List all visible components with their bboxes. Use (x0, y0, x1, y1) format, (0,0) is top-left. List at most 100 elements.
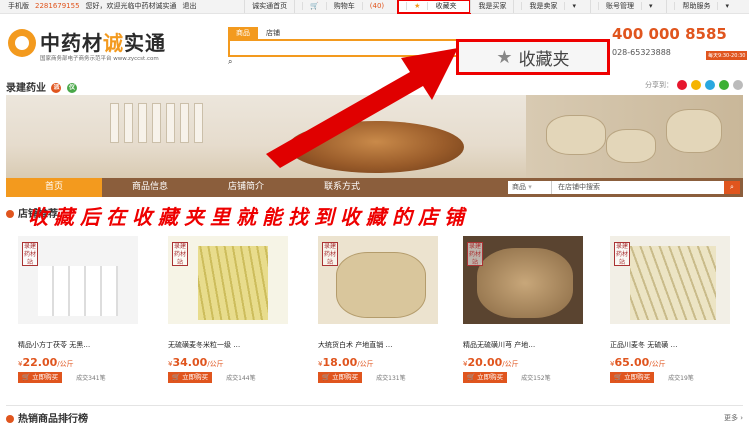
shop-bar: 录建药业 派 仪 分享到： (0, 78, 749, 94)
logout-link[interactable]: 退出 (183, 0, 197, 13)
weibo-icon[interactable] (677, 80, 687, 90)
sold-count: 成交341笔 (76, 375, 106, 382)
product-name[interactable]: 无硫磺麦冬米粒一级 … (168, 340, 288, 350)
account-menu[interactable]: 账号管理 ▾ (589, 0, 667, 13)
chevron-down-icon: ▾ (564, 2, 583, 10)
cart-icon: 🛒 (172, 373, 181, 381)
home-link[interactable]: 诚实通首页 (244, 0, 294, 13)
calligraphy-scroll (138, 103, 147, 143)
product-name[interactable]: 正品川麦冬 无硫磺 … (610, 340, 730, 350)
product-price: ¥34.00/公斤 (168, 356, 224, 369)
share-label: 分享到： (645, 81, 673, 89)
wechat-icon[interactable] (719, 80, 729, 90)
section-bullet-icon (6, 415, 14, 423)
calligraphy-scroll (110, 103, 119, 143)
section-bullet-icon (6, 210, 14, 218)
cart-label: 购物车 (325, 2, 362, 10)
product-image-ophiopogon[interactable]: 录建药材站 (168, 236, 288, 324)
nav-shop-intro[interactable]: 店铺简介 (198, 178, 294, 197)
seller-label: 我是卖家 (521, 2, 565, 10)
product-image-ligusticum[interactable]: 录建药材站 (463, 236, 583, 324)
calligraphy-scroll (194, 103, 203, 143)
herb-bowl-image (288, 121, 464, 173)
qzone-icon[interactable] (691, 80, 701, 90)
buyer-link[interactable]: 我是买家 (470, 0, 513, 13)
more-share-icon[interactable] (733, 80, 743, 90)
shop-watermark: 录建药材站 (467, 242, 483, 266)
search-icon: ⌕ (228, 57, 233, 66)
shop-badge-1: 派 (51, 83, 62, 93)
product-image-atractylodes[interactable]: 录建药材站 (318, 236, 438, 324)
buy-now-button[interactable]: 🛒 立即购买 (18, 372, 63, 383)
top-bar: 手机版 2281679155 您好，欢迎光临中药材诚实通 退出 诚实通首页 🛒 购… (0, 0, 749, 14)
help-menu[interactable]: 帮助服务 ▾ (666, 0, 743, 13)
welcome-text: 您好，欢迎光临中药材诚实通 (85, 2, 177, 10)
favorites-link[interactable]: ★ 收藏夹 (397, 0, 472, 14)
service-hours: 每天9:30-20:30 (706, 51, 748, 60)
buy-now-button[interactable]: 🛒 立即购买 (610, 372, 655, 383)
buy-now-button[interactable]: 🛒 立即购买 (318, 372, 363, 383)
nav-contact[interactable]: 联系方式 (294, 178, 390, 197)
more-link[interactable]: 更多 › (724, 413, 743, 423)
calligraphy-scroll (166, 103, 175, 143)
product-card[interactable]: 录建药材站 正品川麦冬 无硫磺 … ¥65.00/公斤 🛒 立即购买 成交19笔 (610, 236, 730, 383)
chevron-down-icon: ▾ (528, 183, 532, 191)
buy-now-button[interactable]: 🛒 立即购买 (168, 372, 213, 383)
section-divider (6, 405, 743, 406)
seller-menu[interactable]: 我是卖家 ▾ (513, 0, 590, 13)
shop-nav-items: 首页 商品信息 店铺简介 联系方式 (6, 178, 390, 197)
site-header: 中药材诚实通 国家商务部电子商务示范平台 www.zyccst.com 商品 店… (0, 15, 749, 77)
product-card[interactable]: 录建药材站 精品小方丁茯苓 无黑… ¥22.00/公斤 🛒 立即购买 成交341笔 (18, 236, 138, 383)
favorites-label: 收藏夹 (427, 2, 464, 10)
sold-count: 成交131笔 (376, 375, 406, 382)
buy-now-button[interactable]: 🛒 立即购买 (463, 372, 508, 383)
qq-icon[interactable] (705, 80, 715, 90)
chevron-down-icon: ▾ (640, 2, 660, 10)
logo-name: 中药材诚实通 (40, 31, 166, 55)
cart-icon: 🛒 (322, 373, 331, 381)
product-name[interactable]: 精品无硫磺川芎 产地… (463, 340, 583, 350)
user-phone: 2281679155 (35, 2, 80, 10)
product-card[interactable]: 录建药材站 大统货白术 产地直销 … ¥18.00/公斤 🛒 立即购买 成交131… (318, 236, 438, 383)
top-bar-links: 诚实通首页 🛒 购物车 (40) ★ 收藏夹 我是买家 我是卖家 ▾ 账号管理 ▾ 帮助服… (244, 0, 743, 14)
logo-subtitle: 国家商务部电子商务示范平台 www.zyccst.com (40, 56, 159, 62)
search-tabs: 商品 店铺 (228, 27, 528, 39)
hot-ranking-title: 热销商品排行榜 (6, 410, 88, 425)
product-card[interactable]: 录建药材站 精品无硫磺川芎 产地… ¥20.00/公斤 🛒 立即购买 成交152笔 (463, 236, 583, 383)
cart-count: (40) (361, 2, 392, 10)
cart-link[interactable]: 🛒 购物车 (40) (294, 0, 398, 13)
shop-banner (6, 95, 743, 178)
product-name[interactable]: 大统货白术 产地直销 … (318, 340, 438, 350)
help-label: 帮助服务 (674, 2, 718, 10)
mobile-version-link[interactable]: 手机版 (8, 0, 29, 13)
product-price: ¥20.00/公斤 (463, 356, 519, 369)
calligraphy-scroll (152, 103, 161, 143)
share-bar: 分享到： (645, 80, 743, 90)
site-logo[interactable]: 中药材诚实通 国家商务部电子商务示范平台 www.zyccst.com (8, 23, 188, 65)
product-image-ophiopogon-2[interactable]: 录建药材站 (610, 236, 730, 324)
herb-slice-image (666, 109, 722, 153)
shop-nav: 首页 商品信息 店铺简介 联系方式 商品 ▾ 在店铺中搜索 ⌕ (6, 178, 743, 197)
product-price: ¥22.00/公斤 (18, 356, 74, 369)
top-bar-left: 手机版 2281679155 您好，欢迎光临中药材诚实通 退出 (8, 0, 197, 13)
cart-icon: 🛒 (614, 373, 623, 381)
sold-count: 成交19笔 (668, 375, 694, 382)
product-name[interactable]: 精品小方丁茯苓 无黑… (18, 340, 138, 350)
shop-name: 录建药业 派 仪 (6, 79, 77, 94)
search-tab-shops[interactable]: 店铺 (258, 27, 288, 39)
product-image-poria[interactable]: 录建药材站 (18, 236, 138, 324)
search-icon[interactable]: ⌕ (724, 181, 740, 194)
search-tab-products[interactable]: 商品 (228, 27, 258, 39)
product-card[interactable]: 录建药材站 无硫磺麦冬米粒一级 … ¥34.00/公斤 🛒 立即购买 成交144笔 (168, 236, 288, 383)
herb-slice-image (546, 115, 606, 155)
sold-count: 成交144笔 (226, 375, 256, 382)
cart-icon: 🛒 (22, 373, 31, 381)
favorites-callout-label: 收藏夹 (518, 49, 570, 70)
logo-mark (8, 29, 36, 57)
nav-products[interactable]: 商品信息 (102, 178, 198, 197)
shop-search-input[interactable]: 在店铺中搜索 (552, 181, 724, 194)
calligraphy-scroll (180, 103, 189, 143)
shop-search-select[interactable]: 商品 ▾ (508, 181, 552, 194)
nav-home[interactable]: 首页 (6, 178, 102, 197)
cart-icon: 🛒 (302, 2, 326, 10)
